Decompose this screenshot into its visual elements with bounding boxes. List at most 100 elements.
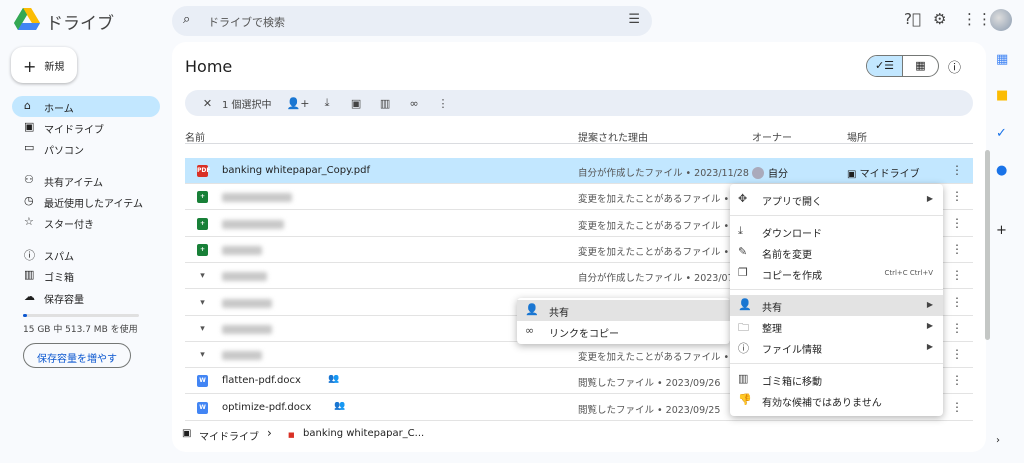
drive-logo bbox=[14, 8, 40, 30]
menu-not-helpful[interactable]: 👎 有効な候補ではありません bbox=[730, 390, 943, 411]
chevron-right-icon: ▶ bbox=[926, 300, 933, 309]
link-icon[interactable]: ∞ bbox=[400, 97, 429, 110]
apps-grid-icon[interactable]: ⋮⋮ bbox=[962, 10, 992, 28]
menu-share[interactable]: 👤 共有 ▶ bbox=[730, 295, 943, 316]
menu-download[interactable]: ⤓ ダウンロード bbox=[730, 221, 943, 242]
sidebar-item-trash[interactable]: ▥ ゴミ箱 bbox=[12, 265, 160, 286]
label: 共有アイテム bbox=[44, 178, 103, 189]
add-addon-icon[interactable]: + bbox=[996, 223, 1007, 238]
more-actions-icon[interactable]: ⋮ bbox=[951, 373, 963, 387]
sidebar-item-home[interactable]: ⌂ ホーム bbox=[12, 96, 160, 117]
shortcut: Ctrl+C Ctrl+V bbox=[884, 269, 933, 277]
search-icon: ⌕ bbox=[183, 12, 191, 27]
other-file-icon: ▾ bbox=[200, 350, 205, 361]
share-submenu: 👤 共有 ∞ リンクをコピー bbox=[517, 298, 730, 344]
view-toggle[interactable]: ✓☰ ▦ bbox=[866, 55, 939, 77]
menu-move-to-trash[interactable]: ▥ ゴミ箱に移動 bbox=[730, 369, 943, 390]
share-icon[interactable]: 👤+ bbox=[284, 97, 313, 110]
other-file-icon: ▾ bbox=[200, 297, 205, 308]
info-icon[interactable]: ⓘ bbox=[948, 57, 961, 76]
breadcrumb-file[interactable]: banking whitepapar_C... bbox=[303, 428, 424, 439]
my-drive-icon: ▣ bbox=[847, 169, 860, 180]
pdf-file-icon: PDF bbox=[197, 165, 210, 177]
sidebar-item-starred[interactable]: ☆ スター付き bbox=[12, 212, 160, 233]
scrollbar[interactable] bbox=[985, 150, 990, 340]
sidebar-item-shared[interactable]: ⚇ 共有アイテム bbox=[12, 170, 160, 191]
reason: 自分が作成したファイル • 2023/07/1 bbox=[578, 273, 743, 285]
close-icon[interactable]: ✕ bbox=[193, 97, 222, 110]
plus-icon: + bbox=[23, 57, 37, 76]
breadcrumb-root[interactable]: マイドライブ bbox=[199, 428, 259, 443]
more-actions-icon[interactable]: ⋮ bbox=[951, 347, 963, 361]
column-location: 場所 bbox=[847, 133, 867, 144]
more-actions-icon[interactable]: ⋮ bbox=[951, 400, 963, 414]
doc-file-icon: W bbox=[197, 401, 208, 414]
doc-file-icon: W bbox=[197, 375, 208, 388]
grid-view-icon[interactable]: ▦ bbox=[903, 56, 938, 76]
sidebar-item-computers[interactable]: ▭ パソコン bbox=[12, 138, 160, 159]
table-row[interactable]: PDF banking whitepapar_Copy.pdf 自分が作成したファイ… bbox=[185, 158, 973, 184]
star-icon: ☆ bbox=[24, 215, 34, 228]
search-input[interactable]: ⌕ ドライブで検索 ☰ bbox=[172, 6, 652, 36]
keep-icon[interactable]: ■ bbox=[996, 88, 1008, 103]
my-drive-icon: ▣ bbox=[182, 428, 192, 439]
owner: 自分 bbox=[752, 165, 788, 180]
person-add-icon: 👤 bbox=[738, 298, 752, 311]
submenu-copy-link[interactable]: ∞ リンクをコピー bbox=[517, 321, 730, 342]
label: コピーを作成 bbox=[762, 271, 822, 282]
avatar[interactable] bbox=[990, 9, 1012, 31]
folder-icon: 🗀 bbox=[738, 321, 749, 334]
context-menu: ✥ アプリで開く ▶ ⤓ ダウンロード ✎ 名前を変更 ❐ コピーを作成 Ctrl+C Ct… bbox=[730, 184, 943, 416]
person-add-icon: 👤 bbox=[525, 303, 539, 316]
sheet-file-icon: + bbox=[197, 243, 208, 256]
storage-bar bbox=[23, 314, 139, 317]
trash-icon[interactable]: ▥ bbox=[371, 97, 400, 110]
tasks-icon[interactable]: ✓ bbox=[996, 126, 1007, 141]
help-icon[interactable]: ?⃝ bbox=[904, 10, 921, 28]
sidebar-item-my-drive[interactable]: ▣ マイドライブ bbox=[12, 117, 160, 138]
sidebar-item-storage[interactable]: ☁ 保存容量 bbox=[12, 287, 160, 308]
label: ファイル情報 bbox=[762, 345, 822, 356]
trash-icon: ▥ bbox=[24, 268, 35, 281]
more-icon[interactable]: ⋮ bbox=[429, 97, 458, 110]
blurred-file-name bbox=[222, 272, 267, 282]
link-icon: ∞ bbox=[525, 324, 535, 337]
menu-rename[interactable]: ✎ 名前を変更 bbox=[730, 242, 943, 263]
sidebar-item-recent[interactable]: ◷ 最近使用したアイテム bbox=[12, 191, 160, 212]
new-button[interactable]: + 新規 bbox=[11, 47, 77, 83]
calendar-icon[interactable]: ▦ bbox=[996, 52, 1008, 67]
more-actions-icon[interactable]: ⋮ bbox=[951, 242, 963, 256]
more-actions-icon[interactable]: ⋮ bbox=[951, 216, 963, 230]
spam-icon: ⓘ bbox=[24, 249, 35, 262]
gear-icon[interactable]: ⚙ bbox=[933, 10, 946, 28]
more-actions-icon[interactable]: ⋮ bbox=[951, 268, 963, 282]
get-more-storage-button[interactable]: 保存容量を増やす bbox=[23, 343, 131, 368]
label: ゴミ箱 bbox=[44, 273, 74, 284]
sheet-file-icon: + bbox=[197, 191, 208, 204]
menu-make-copy[interactable]: ❐ コピーを作成 Ctrl+C Ctrl+V bbox=[730, 263, 943, 284]
reason: 変更を加えたことがあるファイル • 2 bbox=[578, 220, 739, 232]
contacts-icon[interactable]: ● bbox=[996, 163, 1007, 178]
menu-file-info[interactable]: ⓘ ファイル情報 ▶ bbox=[730, 337, 943, 358]
menu-organize[interactable]: 🗀 整理 ▶ bbox=[730, 316, 943, 337]
reason: 自分が作成したファイル • 2023/11/28 bbox=[578, 168, 749, 179]
move-icon[interactable]: ▣ bbox=[342, 97, 371, 110]
more-actions-icon[interactable]: ⋮ bbox=[951, 321, 963, 335]
blurred-file-name bbox=[222, 351, 262, 361]
label: ゴミ箱に移動 bbox=[762, 377, 822, 388]
more-actions-icon[interactable]: ⋮ bbox=[951, 163, 963, 177]
filter-icon[interactable]: ☰ bbox=[628, 12, 640, 27]
label: パソコン bbox=[44, 146, 84, 157]
chevron-right-icon: ▶ bbox=[926, 194, 933, 203]
list-view-icon[interactable]: ✓☰ bbox=[867, 56, 903, 76]
download-icon[interactable]: ⤓ bbox=[313, 96, 342, 110]
menu-open-with[interactable]: ✥ アプリで開く ▶ bbox=[730, 189, 943, 210]
expand-panel-icon[interactable]: › bbox=[996, 435, 1000, 446]
more-actions-icon[interactable]: ⋮ bbox=[951, 189, 963, 203]
column-name[interactable]: 名前 bbox=[185, 129, 205, 144]
submenu-share[interactable]: 👤 共有 bbox=[517, 300, 730, 321]
chevron-right-icon: ▶ bbox=[926, 342, 933, 351]
more-actions-icon[interactable]: ⋮ bbox=[951, 295, 963, 309]
sidebar-item-spam[interactable]: ⓘ スパム bbox=[12, 244, 160, 265]
shared-icon: ⚇ bbox=[24, 173, 34, 186]
